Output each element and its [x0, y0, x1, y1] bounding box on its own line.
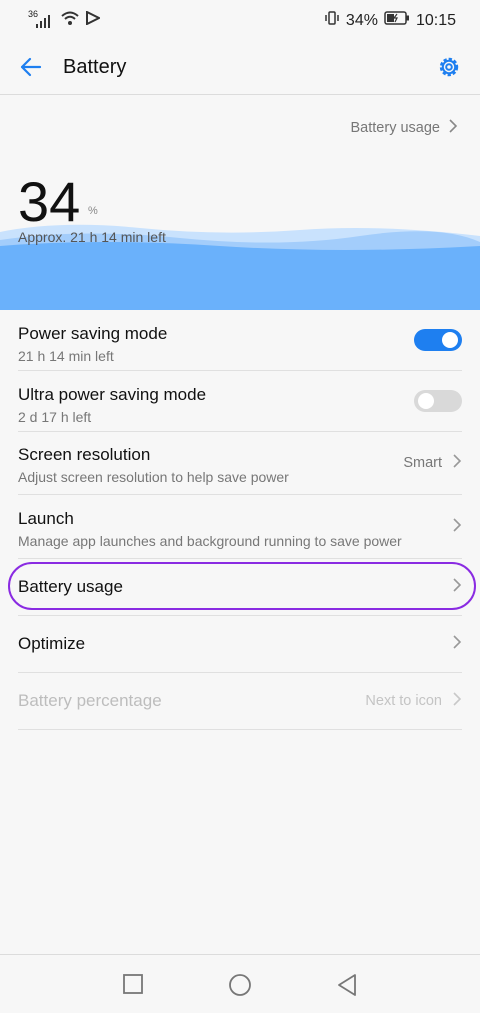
ultra-power-saving-row[interactable]: Ultra power saving mode 2 d 17 h left — [18, 371, 462, 432]
back-arrow-icon[interactable] — [18, 54, 44, 80]
gear-icon[interactable] — [436, 54, 462, 80]
chevron-right-icon — [452, 453, 462, 473]
ultra-power-saving-toggle[interactable] — [414, 390, 462, 412]
battery-usage-link[interactable]: Battery usage — [351, 118, 458, 138]
chevron-right-icon — [448, 118, 458, 138]
battery-usage-link-label: Battery usage — [350, 120, 440, 136]
screen-resolution-subtitle: Adjust screen resolution to help save po… — [18, 469, 289, 485]
battery-usage-title: Battery usage — [18, 577, 123, 596]
battery-percentage-row[interactable]: Battery percentage Next to icon — [18, 673, 462, 730]
clock: 10:15 — [415, 11, 456, 29]
chevron-right-icon — [452, 517, 462, 537]
ultra-power-saving-title: Ultra power saving mode — [18, 385, 207, 404]
power-saving-toggle[interactable] — [414, 329, 462, 351]
status-right: 34% 10:15 — [324, 10, 456, 31]
toggle-knob — [418, 393, 434, 409]
app-bar: Battery — [0, 40, 480, 95]
signal-icon: 36 — [28, 9, 54, 29]
ultra-toggle-wrap — [414, 390, 462, 412]
optimize-chevron-wrap — [452, 634, 462, 654]
settings-list: Power saving mode 21 h 14 min left Ultra… — [0, 310, 480, 730]
screen-resolution-row[interactable]: Screen resolution Adjust screen resoluti… — [18, 432, 462, 495]
screen-resolution-value-wrap: Smart — [403, 453, 462, 473]
battery-percentage-value-wrap: Next to icon — [365, 691, 462, 711]
battery-percent-status: 34% — [345, 11, 378, 29]
data-saver-icon — [86, 10, 102, 30]
status-bar: 36 34% 10:15 — [0, 0, 480, 40]
power-saving-toggle-wrap — [414, 329, 462, 351]
battery-remaining-label: Approx. 21 h 14 min left — [18, 229, 166, 245]
power-saving-title: Power saving mode — [18, 324, 168, 343]
optimize-row[interactable]: Optimize — [18, 616, 462, 673]
battery-usage-chevron-wrap — [452, 577, 462, 597]
ultra-power-saving-subtitle: 2 d 17 h left — [18, 409, 92, 425]
battery-percentage-value: Next to icon — [365, 693, 442, 709]
optimize-title: Optimize — [18, 634, 86, 653]
back-triangle-icon[interactable] — [336, 973, 358, 1002]
launch-row[interactable]: Launch Manage app launches and backgroun… — [18, 495, 462, 559]
navigation-bar — [0, 954, 480, 1013]
battery-usage-row[interactable]: Battery usage — [18, 559, 462, 616]
screen-resolution-value: Smart — [403, 455, 442, 471]
power-saving-row[interactable]: Power saving mode 21 h 14 min left — [18, 310, 462, 371]
launch-title: Launch — [18, 509, 74, 528]
wifi-icon — [60, 10, 80, 31]
vibrate-icon — [324, 10, 340, 31]
power-saving-subtitle: 21 h 14 min left — [18, 348, 114, 364]
toggle-knob — [442, 332, 458, 348]
chevron-right-icon — [452, 634, 462, 654]
percent-sign: % — [88, 205, 98, 217]
recent-apps-icon[interactable] — [123, 974, 143, 999]
launch-chevron-wrap — [452, 517, 462, 537]
chevron-right-icon — [452, 691, 462, 711]
network-type-label: 36 — [28, 8, 39, 19]
battery-icon — [384, 11, 410, 30]
home-icon[interactable] — [228, 973, 252, 1002]
launch-subtitle: Manage app launches and background runni… — [18, 533, 402, 549]
screen-resolution-title: Screen resolution — [18, 445, 151, 464]
status-left: 36 — [28, 9, 102, 31]
page-title: Battery — [63, 56, 127, 78]
chevron-right-icon — [452, 577, 462, 597]
